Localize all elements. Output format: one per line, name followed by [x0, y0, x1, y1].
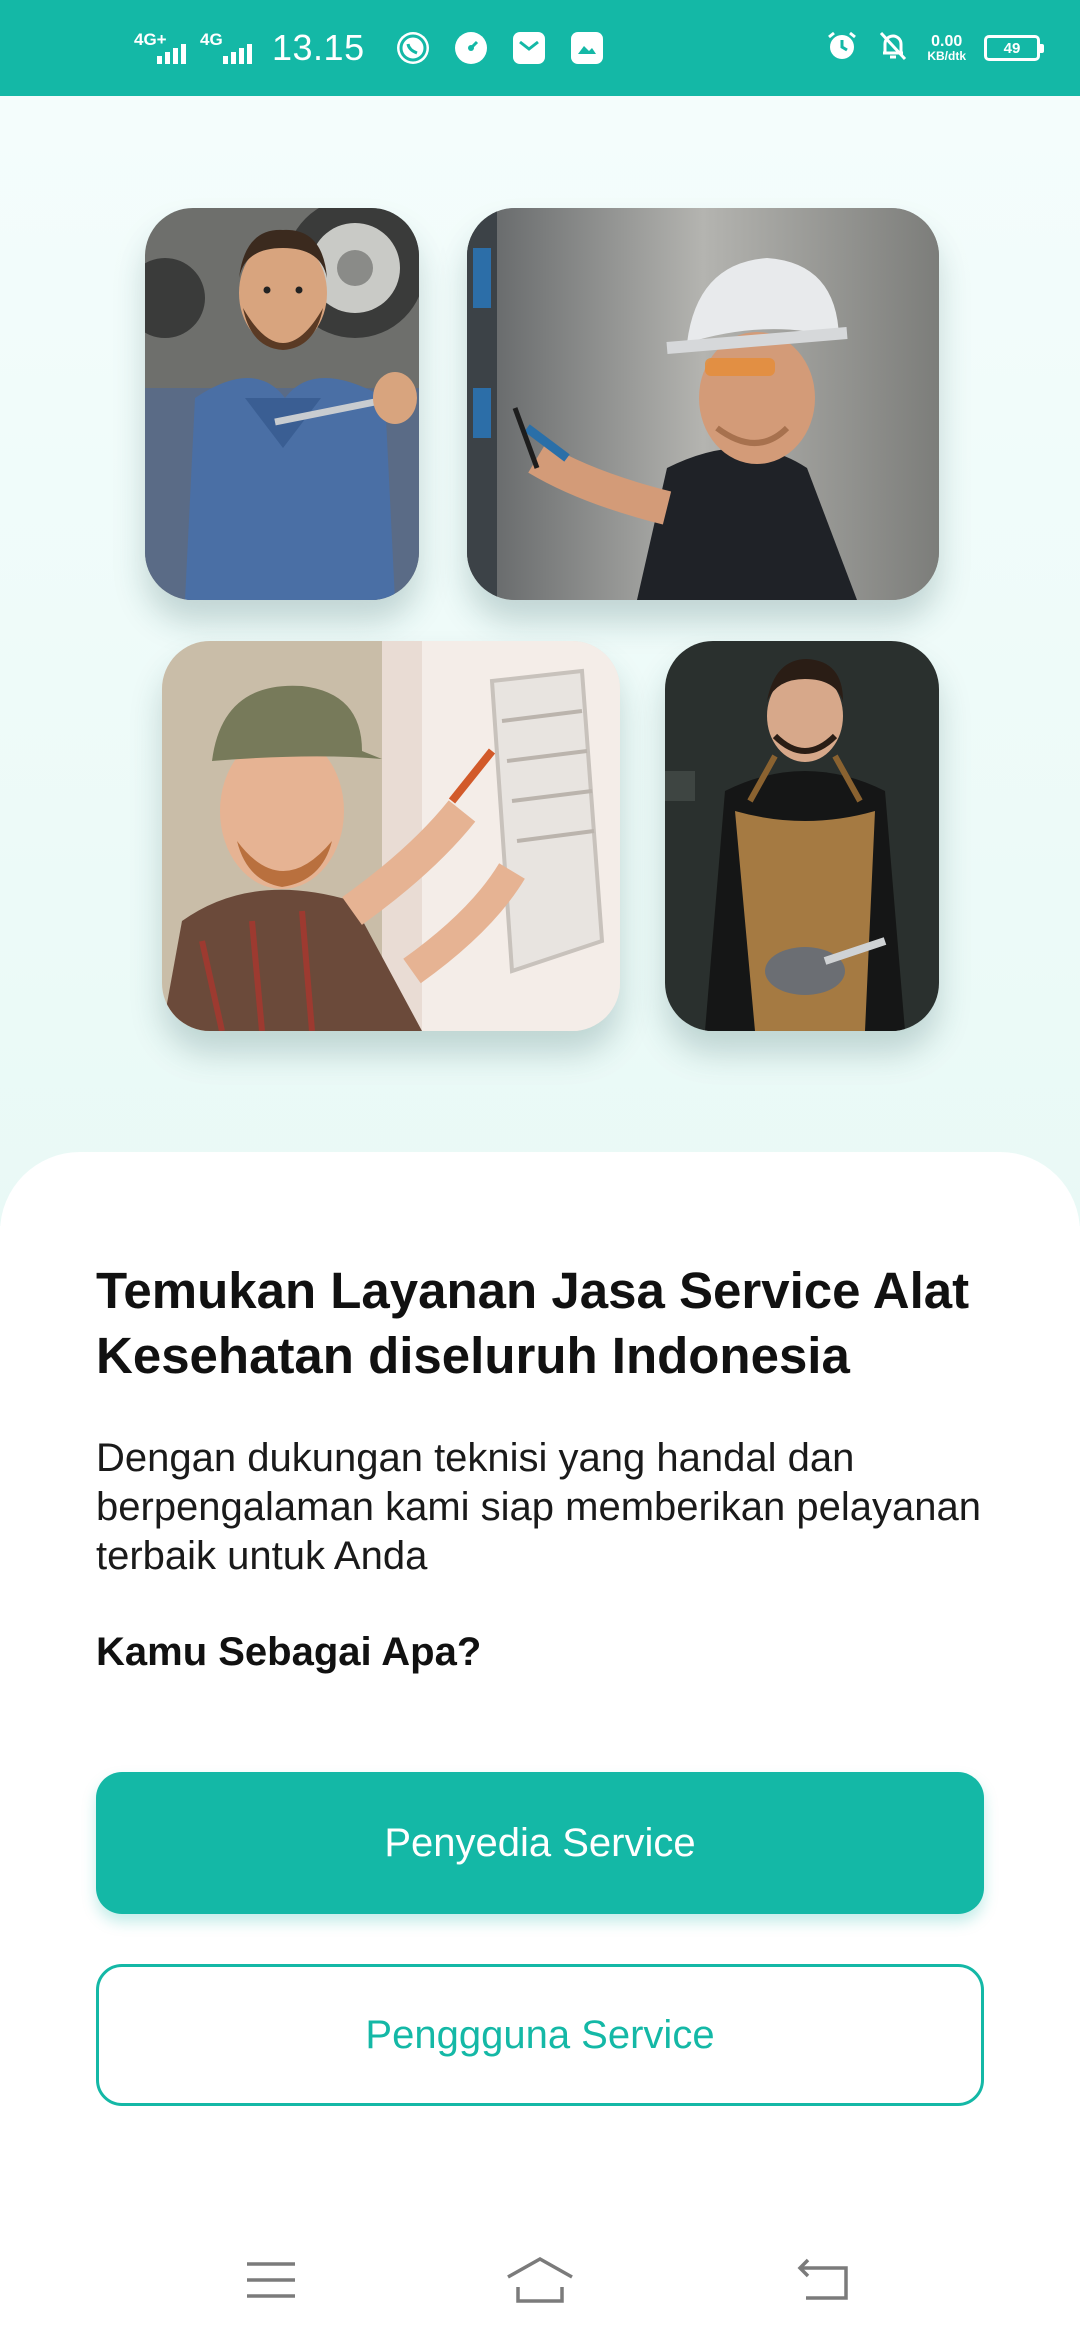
speedometer-icon: [454, 32, 487, 64]
status-bar: 4G+ 4G 13.15 0.00 KB/dtk 49: [0, 0, 1080, 96]
page-description: Dengan dukungan teknisi yang handal dan …: [96, 1436, 981, 1578]
signal-1: 4G+: [134, 28, 186, 68]
electrician-photo: [467, 208, 939, 600]
home-icon[interactable]: [500, 2250, 580, 2310]
menu-icon[interactable]: [231, 2250, 311, 2310]
mute-bell-icon: [877, 29, 909, 68]
page-title: Temukan Layanan Jasa Service Alat Keseha…: [96, 1262, 970, 1384]
signal-2: 4G: [200, 28, 252, 68]
ac-technician-photo: [162, 641, 620, 1031]
mail-icon: [512, 32, 545, 64]
signal-bars-icon: [223, 44, 252, 64]
network-speed: 0.00 KB/dtk: [927, 33, 966, 63]
speed-unit: KB/dtk: [927, 49, 966, 63]
clock: 13.15: [272, 27, 365, 68]
whatsapp-icon: [396, 32, 429, 64]
apron-worker-photo: [665, 641, 939, 1031]
photo-icon: [570, 32, 603, 64]
back-icon[interactable]: [784, 2250, 864, 2310]
service-user-button[interactable]: Penggguna Service: [96, 1964, 984, 2106]
network-type-2: 4G: [200, 30, 223, 49]
onboarding-card: Temukan Layanan Jasa Service Alat Keseha…: [0, 1152, 1080, 2340]
role-question: Kamu Sebagai Apa?: [96, 1630, 482, 1674]
system-nav-bar: [0, 2220, 1080, 2340]
mechanic-photo: [145, 208, 419, 600]
speed-value: 0.00: [931, 33, 963, 50]
status-right: 0.00 KB/dtk 49: [825, 0, 1044, 96]
service-provider-button[interactable]: Penyedia Service: [96, 1772, 984, 1914]
battery-icon: 49: [984, 35, 1044, 61]
status-left: 4G+ 4G 13.15: [134, 0, 615, 96]
hero-collage: [0, 96, 1080, 1226]
signal-bars-icon: [157, 44, 186, 64]
battery-level: 49: [1003, 39, 1021, 57]
alarm-icon: [825, 29, 859, 68]
